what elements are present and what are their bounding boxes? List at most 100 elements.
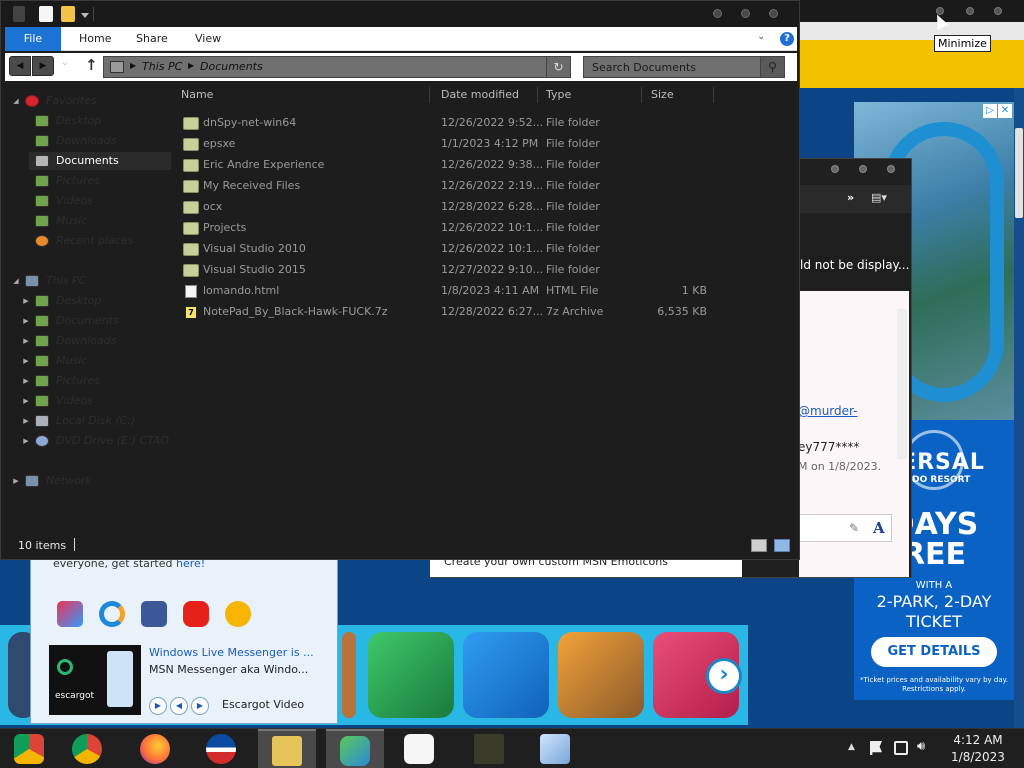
sidebar-network[interactable]: ▶ Network [1, 472, 171, 490]
column-name[interactable]: Name [181, 88, 213, 101]
clock-date[interactable]: 1/8/2023 [946, 750, 1010, 764]
ad-info-icon[interactable]: ▷ [983, 104, 997, 118]
game-tile[interactable] [463, 632, 549, 718]
next-icon[interactable]: ▶ [191, 697, 209, 715]
expand-arrow-icon[interactable]: ▶ [21, 292, 31, 310]
maximize-button[interactable] [741, 9, 750, 18]
file-row[interactable]: epsxe 1/1/2023 4:12 PM File folder [173, 134, 733, 155]
sidebar-item-pictures[interactable]: Pictures [1, 172, 171, 190]
youtube-icon[interactable] [183, 601, 209, 627]
breadcrumb-this-pc[interactable]: This PC [142, 60, 182, 73]
column-size[interactable]: Size [651, 88, 674, 101]
page-scrollbar[interactable] [1014, 88, 1024, 728]
sidebar-item-downloads[interactable]: Downloads [1, 132, 171, 150]
details-view-icon[interactable] [751, 539, 767, 552]
new-folder-icon[interactable] [61, 6, 75, 22]
taskbar-y8[interactable] [390, 729, 448, 768]
ad-close-icon[interactable]: ✕ [998, 104, 1012, 118]
pen-icon[interactable]: ✎ [849, 521, 859, 535]
clock-time[interactable]: 4:12 AM [950, 733, 1006, 747]
chat-maximize-button[interactable] [859, 165, 867, 173]
expand-arrow-icon[interactable]: ◢ [11, 272, 21, 290]
expand-arrow-icon[interactable]: ▶ [21, 352, 31, 370]
options-menu-icon[interactable]: ▤▾ [871, 191, 887, 204]
breadcrumb-documents[interactable]: Documents [200, 60, 263, 73]
sidebar-pc-documents[interactable]: ▶ Documents [1, 312, 171, 330]
expand-arrow-icon[interactable]: ▶ [21, 312, 31, 330]
close-button[interactable] [769, 9, 778, 18]
breadcrumb-separator-icon[interactable]: ▶ [130, 61, 136, 70]
expand-arrow-icon[interactable]: ▶ [21, 392, 31, 410]
file-row[interactable]: 7 NotePad_By_Black-Hawk-FUCK.7z 12/28/2022… [173, 302, 733, 323]
sidebar-pc-local-disk[interactable]: ▶ Local Disk (C:) [1, 412, 171, 430]
browser-maximize-button[interactable] [966, 7, 974, 15]
chat-email-link[interactable]: @murder- [798, 404, 858, 418]
taskbar-file-explorer[interactable] [258, 729, 316, 768]
taskbar-messenger[interactable] [326, 729, 384, 768]
forward-button[interactable]: ▶ [32, 56, 54, 76]
taskbar-obama[interactable] [192, 729, 250, 768]
sidebar-pc-pictures[interactable]: ▶ Pictures [1, 372, 171, 390]
scrollbar-thumb[interactable] [1015, 128, 1023, 218]
taskbar-chrome-beta[interactable] [0, 729, 58, 768]
recent-locations-icon[interactable]: ⌄ [61, 58, 69, 68]
msn-butterfly-icon[interactable] [57, 601, 83, 627]
column-divider[interactable] [641, 87, 642, 103]
sun-icon[interactable] [225, 601, 251, 627]
taskbar-firefox[interactable] [126, 729, 184, 768]
taskbar-warning-app[interactable] [460, 729, 518, 768]
expand-arrow-icon[interactable]: ▶ [21, 372, 31, 390]
sidebar-pc-downloads[interactable]: ▶ Downloads [1, 332, 171, 350]
taskbar-media-app[interactable] [526, 729, 584, 768]
column-type[interactable]: Type [546, 88, 571, 101]
search-input[interactable]: Search Documents ⚲ [583, 56, 785, 78]
sidebar-favorites[interactable]: ◢ Favorites [1, 92, 171, 110]
taskbar-chrome[interactable] [58, 729, 116, 768]
game-tile[interactable] [368, 632, 454, 718]
sidebar-pc-dvd-drive[interactable]: ▶ DVD Drive (E:) CTAO [1, 432, 171, 450]
breadcrumb-separator-icon[interactable]: ▶ [188, 61, 194, 70]
network-tray-icon[interactable] [894, 741, 908, 755]
tab-view[interactable]: View [185, 27, 231, 51]
game-tile[interactable] [558, 632, 644, 718]
expand-arrow-icon[interactable]: ▶ [21, 332, 31, 350]
properties-icon[interactable] [39, 6, 53, 22]
play-icon[interactable]: ▶ [149, 697, 167, 715]
file-row[interactable]: Visual Studio 2015 12/27/2022 9:10... File… [173, 260, 733, 281]
chat-minimize-button[interactable] [831, 165, 839, 173]
video-title-link[interactable]: Windows Live Messenger is ... [149, 646, 314, 659]
file-row[interactable]: ocx 12/28/2022 6:28... File folder [173, 197, 733, 218]
expand-ribbon-icon[interactable]: ⌄ [757, 31, 765, 42]
carousel-next-button[interactable]: › [706, 658, 742, 694]
column-divider[interactable] [537, 87, 538, 103]
column-divider[interactable] [429, 87, 430, 103]
tab-share[interactable]: Share [126, 27, 178, 51]
file-row[interactable]: Visual Studio 2010 12/26/2022 10:1... File… [173, 239, 733, 260]
chat-scrollbar[interactable] [897, 309, 907, 459]
file-row[interactable]: My Received Files 12/26/2022 2:19... File … [173, 176, 733, 197]
address-bar[interactable]: ▶ This PC ▶ Documents ↻ [103, 56, 571, 78]
sidebar-item-music[interactable]: Music [1, 212, 171, 230]
sidebar-item-documents[interactable]: Documents [29, 152, 171, 170]
sidebar-item-videos[interactable]: Videos [1, 192, 171, 210]
help-icon[interactable]: ? [780, 32, 794, 46]
tab-home[interactable]: Home [69, 27, 121, 51]
video-thumbnail[interactable]: escargot [49, 645, 141, 715]
up-arrow-icon[interactable]: ↑ [85, 56, 98, 74]
sidebar-item-desktop[interactable]: Desktop [1, 112, 171, 130]
escargot-icon[interactable] [99, 601, 125, 627]
expand-arrow-icon[interactable]: ▶ [11, 472, 21, 490]
facebook-icon[interactable] [141, 601, 167, 627]
prev-icon[interactable]: ◀ [170, 697, 188, 715]
file-row[interactable]: dnSpy-net-win64 12/26/2022 9:52... File fo… [173, 113, 733, 134]
game-tile[interactable] [342, 632, 356, 718]
column-date-modified[interactable]: Date modified [441, 88, 519, 101]
sidebar-pc-desktop[interactable]: ▶ Desktop [1, 292, 171, 310]
file-row[interactable]: lomando.html 1/8/2023 4:11 AM HTML File 1 K… [173, 281, 733, 302]
column-divider[interactable] [713, 87, 714, 103]
chat-close-button[interactable] [887, 165, 895, 173]
sidebar-pc-videos[interactable]: ▶ Videos [1, 392, 171, 410]
ad-choices[interactable]: ▷ ✕ [983, 104, 1012, 118]
sidebar-item-recent-places[interactable]: Recent places [1, 232, 171, 250]
action-center-flag-icon[interactable] [870, 741, 882, 755]
